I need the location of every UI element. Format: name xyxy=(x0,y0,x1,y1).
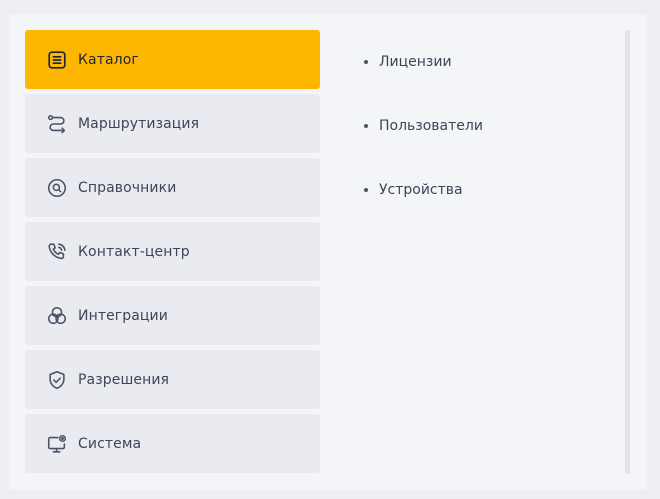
submenu-item-label: Лицензии xyxy=(379,54,452,70)
menu-item-integrations[interactable]: Интеграции xyxy=(25,286,320,345)
menu-item-label: Интеграции xyxy=(78,307,168,324)
catalog-icon xyxy=(45,48,69,72)
menu-item-catalog[interactable]: Каталог xyxy=(25,30,320,89)
submenu-item-devices[interactable]: Устройства xyxy=(364,158,483,222)
submenu-item-licenses[interactable]: Лицензии xyxy=(364,30,483,94)
menu-item-label: Справочники xyxy=(78,179,177,196)
search-circle-icon xyxy=(45,176,69,200)
menu-item-permissions[interactable]: Разрешения xyxy=(25,350,320,409)
submenu-list: Лицензии Пользователи Устройства xyxy=(364,30,483,222)
monitor-gear-icon xyxy=(45,432,69,456)
menu-item-label: Контакт-центр xyxy=(78,243,190,260)
bullet xyxy=(364,124,368,128)
menu-item-label: Система xyxy=(78,435,142,452)
scrollbar[interactable] xyxy=(625,30,630,474)
bullet xyxy=(364,60,368,64)
submenu-item-label: Пользователи xyxy=(379,118,483,134)
submenu-item-label: Устройства xyxy=(379,182,463,198)
category-menu: Каталог Маршрутизация Справочники Контак… xyxy=(25,30,320,478)
routing-icon xyxy=(45,112,69,136)
menu-item-label: Разрешения xyxy=(78,371,170,388)
menu-item-system[interactable]: Система xyxy=(25,414,320,473)
submenu-item-users[interactable]: Пользователи xyxy=(364,94,483,158)
bullet xyxy=(364,188,368,192)
menu-item-contact-center[interactable]: Контакт-центр xyxy=(25,222,320,281)
circles-icon xyxy=(45,304,69,328)
menu-item-routing[interactable]: Маршрутизация xyxy=(25,94,320,153)
menu-item-label: Маршрутизация xyxy=(78,115,200,132)
menu-item-label: Каталог xyxy=(78,51,139,68)
settings-panel: Каталог Маршрутизация Справочники Контак… xyxy=(9,14,647,490)
phone-icon xyxy=(45,240,69,264)
shield-check-icon xyxy=(45,368,69,392)
menu-item-directories[interactable]: Справочники xyxy=(25,158,320,217)
